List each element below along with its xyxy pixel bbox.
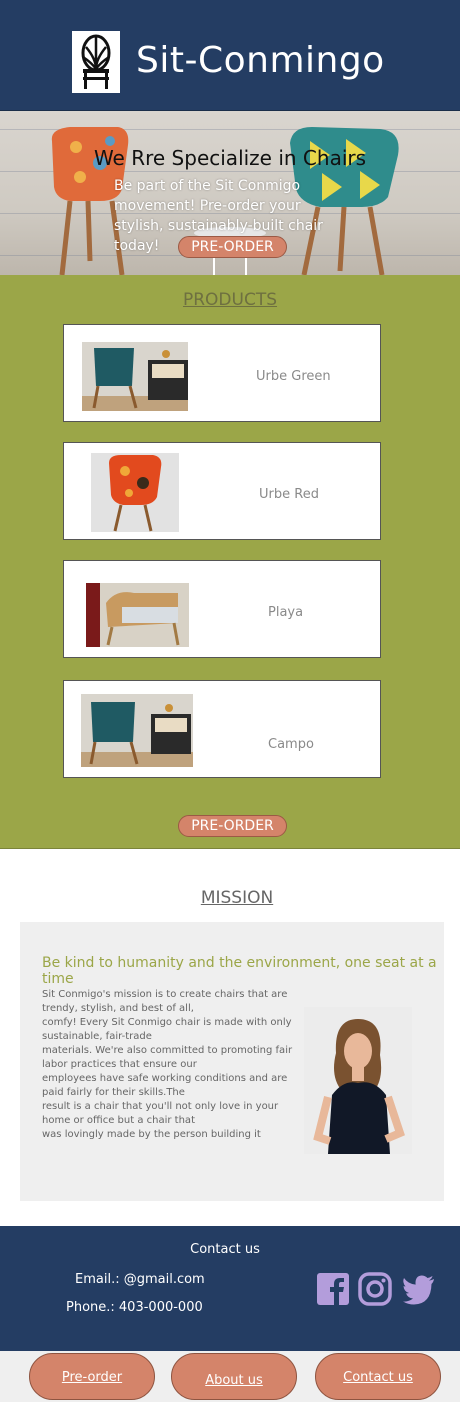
nav-contact-button[interactable]: Contact us [315, 1353, 441, 1400]
product-image [82, 342, 188, 411]
mission-line: employees have safe working conditions a… [42, 1073, 288, 1098]
product-name: Campo [268, 737, 314, 752]
brand-name: Sit-Conmingo [136, 40, 385, 81]
product-image [81, 694, 193, 767]
product-image [86, 583, 189, 647]
contact-email[interactable]: Email.: @gmail.com [75, 1272, 205, 1287]
contact-footer: Contact us Email.: @gmail.com Phone.: 40… [0, 1226, 460, 1351]
bottom-nav: Pre-order About us Contact us [0, 1351, 460, 1402]
mission-line: Sit Conmigo's mission is to create chair… [42, 989, 288, 1014]
contact-title: Contact us [190, 1242, 260, 1257]
mission-tagline: Be kind to humanity and the environment,… [42, 955, 437, 987]
product-card[interactable]: Urbe Green [63, 324, 381, 422]
mission-line: was lovingly made by the person building… [42, 1129, 261, 1140]
facebook-icon[interactable] [316, 1272, 350, 1306]
hero-title: We Rre Specialize in Chairs [93, 146, 367, 170]
mission-heading[interactable]: MISSION [0, 888, 460, 908]
products-heading[interactable]: PRODUCTS [0, 290, 460, 310]
hero-preorder-button[interactable]: PRE-ORDER [178, 236, 287, 258]
instagram-icon[interactable] [358, 1272, 392, 1306]
product-card[interactable]: Urbe Red [63, 442, 381, 540]
hero-banner: We Rre Specialize in Chairs Be part of t… [0, 111, 460, 275]
mission-text: Sit Conmigo's mission is to create chair… [42, 988, 297, 1142]
twitter-icon[interactable] [402, 1272, 436, 1306]
mission-box: Be kind to humanity and the environment,… [20, 922, 444, 1201]
nav-about-button[interactable]: About us [171, 1353, 297, 1400]
product-card[interactable]: Campo [63, 680, 381, 778]
products-preorder-button[interactable]: PRE-ORDER [178, 815, 287, 837]
chair-logo-icon[interactable] [72, 31, 120, 93]
mission-line: comfy! Every Sit Conmigo chair is made w… [42, 1017, 292, 1042]
mission-line: result is a chair that you'll not only l… [42, 1101, 279, 1126]
mission-line: materials. We're also committed to promo… [42, 1045, 293, 1070]
contact-phone[interactable]: Phone.: 403-000-000 [66, 1300, 203, 1315]
products-section: PRODUCTS Urbe Green Urbe Red Playa Campo… [0, 275, 460, 849]
product-card[interactable]: Playa [63, 560, 381, 658]
product-image [91, 453, 179, 532]
founder-portrait [304, 1007, 412, 1154]
product-name: Urbe Green [256, 369, 331, 384]
site-header: Sit-Conmingo [0, 0, 460, 111]
product-name: Playa [268, 605, 304, 620]
nav-preorder-button[interactable]: Pre-order [29, 1353, 155, 1400]
product-name: Urbe Red [259, 487, 319, 502]
